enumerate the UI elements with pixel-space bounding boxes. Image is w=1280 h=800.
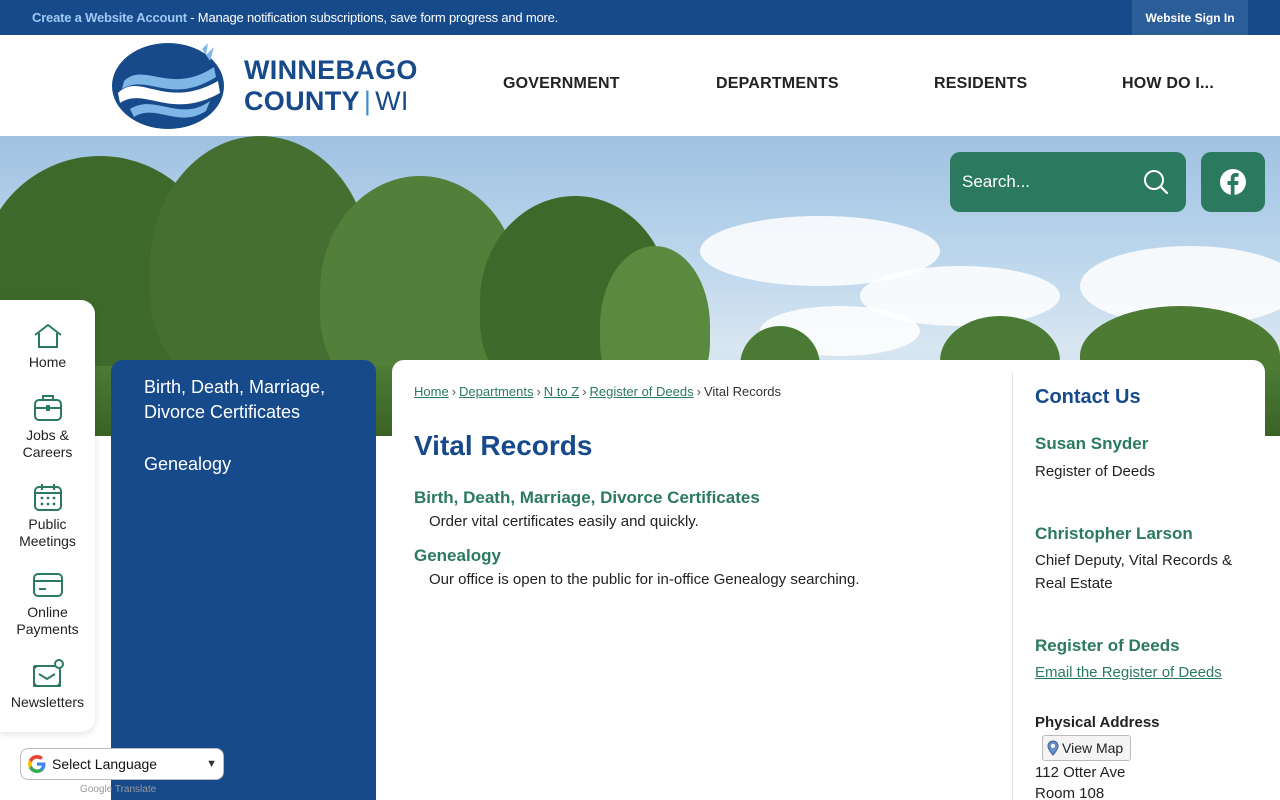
quick-link-label: Online Payments — [16, 604, 79, 637]
quick-link-label: Public Meetings — [19, 516, 76, 549]
calendar-icon — [33, 484, 62, 511]
map-pin-icon — [1047, 740, 1059, 756]
logo-state: WI — [375, 86, 409, 116]
breadcrumb-departments[interactable]: Departments — [459, 384, 533, 399]
subnav-certificates[interactable]: Birth, Death, Marriage, Divorce Certific… — [144, 375, 354, 425]
powered-by-google: Google Translate — [80, 784, 157, 795]
item-certificates-desc: Order vital certificates easily and quic… — [429, 513, 699, 530]
subnav-genealogy[interactable]: Genealogy — [144, 452, 354, 477]
google-g-icon — [28, 755, 46, 773]
view-map-label: View Map — [1062, 740, 1124, 756]
quick-link-newsletters[interactable]: Newsletters — [0, 658, 95, 711]
view-map-button[interactable]: View Map — [1042, 735, 1132, 761]
language-select-label: Select Language — [52, 756, 158, 772]
account-message: Create a Website Account - Manage notifi… — [32, 10, 558, 25]
quick-link-label: Newsletters — [10, 694, 85, 710]
breadcrumb-n-to-z[interactable]: N to Z — [544, 384, 579, 399]
item-genealogy-desc: Our office is open to the public for in-… — [429, 571, 860, 588]
nav-residents[interactable]: RESIDENTS — [934, 75, 1027, 93]
chevron-down-icon: ▼ — [206, 758, 217, 770]
facebook-button[interactable] — [1201, 152, 1265, 212]
contact-title: Contact Us — [1035, 386, 1141, 408]
county-logo-icon[interactable] — [110, 41, 226, 131]
facebook-icon — [1220, 169, 1246, 195]
logo-county: COUNTY — [244, 86, 360, 116]
breadcrumb-register-of-deeds[interactable]: Register of Deeds — [590, 384, 694, 399]
contact-dept-name: Register of Deeds — [1035, 636, 1180, 655]
briefcase-icon — [33, 395, 62, 421]
top-bar: Create a Website Account - Manage notifi… — [0, 0, 1280, 35]
item-certificates-link[interactable]: Birth, Death, Marriage, Divorce Certific… — [414, 488, 760, 508]
contact-person-2-role: Chief Deputy, Vital Records & Real Estat… — [1035, 552, 1233, 592]
address-line-2: Room 108 — [1035, 785, 1105, 800]
language-select[interactable]: Select Language ▼ — [20, 748, 224, 780]
create-account-link[interactable]: Create a Website Account — [32, 10, 187, 25]
search-box — [950, 152, 1186, 212]
quick-link-payments[interactable]: Online Payments — [0, 570, 95, 638]
breadcrumb: Home › Departments › N to Z › Register of Deed… — [414, 384, 781, 399]
logo-line-1: WINNEBAGO — [244, 55, 418, 85]
column-divider — [1012, 372, 1013, 800]
contact-person-1-name: Susan Snyder — [1035, 434, 1149, 453]
breadcrumb-separator: › — [536, 384, 541, 399]
item-genealogy-link[interactable]: Genealogy — [414, 546, 501, 566]
search-input[interactable] — [962, 166, 1132, 198]
section-subnav: Birth, Death, Marriage, Divorce Certific… — [111, 360, 376, 800]
nav-how-do-i[interactable]: HOW DO I... — [1122, 75, 1214, 93]
quick-links-panel: Home Jobs & Careers Public Meetings Onli… — [0, 300, 95, 732]
logo-line-2: COUNTY | WI — [244, 86, 418, 117]
contact-person-2-name: Christopher Larson — [1035, 524, 1193, 543]
quick-link-meetings[interactable]: Public Meetings — [0, 482, 95, 550]
page-title: Vital Records — [414, 430, 593, 461]
email-register-link[interactable]: Email the Register of Deeds — [1035, 664, 1222, 681]
search-icon[interactable] — [1143, 169, 1169, 195]
breadcrumb-separator: › — [696, 384, 701, 399]
address-heading: Physical Address — [1035, 714, 1160, 731]
county-logo-text[interactable]: WINNEBAGO COUNTY | WI — [244, 55, 418, 117]
breadcrumb-home[interactable]: Home — [414, 384, 449, 399]
account-message-text: - Manage notification subscriptions, sav… — [186, 10, 559, 25]
contact-person-1-role: Register of Deeds — [1035, 463, 1156, 480]
quick-link-jobs[interactable]: Jobs & Careers — [0, 393, 95, 461]
breadcrumb-current: Vital Records — [703, 384, 782, 399]
address-line-1: 112 Otter Ave — [1035, 764, 1126, 781]
breadcrumb-separator: › — [582, 384, 587, 399]
nav-government[interactable]: GOVERNMENT — [503, 75, 620, 93]
main-content: Home › Departments › N to Z › Register of Deed… — [392, 360, 1265, 800]
sign-in-button[interactable]: Website Sign In — [1132, 0, 1248, 35]
quick-link-label: Home — [28, 354, 67, 370]
home-icon — [33, 324, 62, 348]
newsletter-icon — [32, 659, 64, 687]
site-header: WINNEBAGO COUNTY | WI GOVERNMENT DEPARTMEN… — [0, 35, 1280, 136]
quick-link-home[interactable]: Home — [0, 322, 95, 371]
quick-link-label: Jobs & Careers — [22, 427, 73, 460]
breadcrumb-separator: › — [451, 384, 457, 399]
logo-separator: | — [363, 86, 372, 116]
nav-departments[interactable]: DEPARTMENTS — [716, 75, 839, 93]
credit-card-icon — [32, 573, 63, 597]
